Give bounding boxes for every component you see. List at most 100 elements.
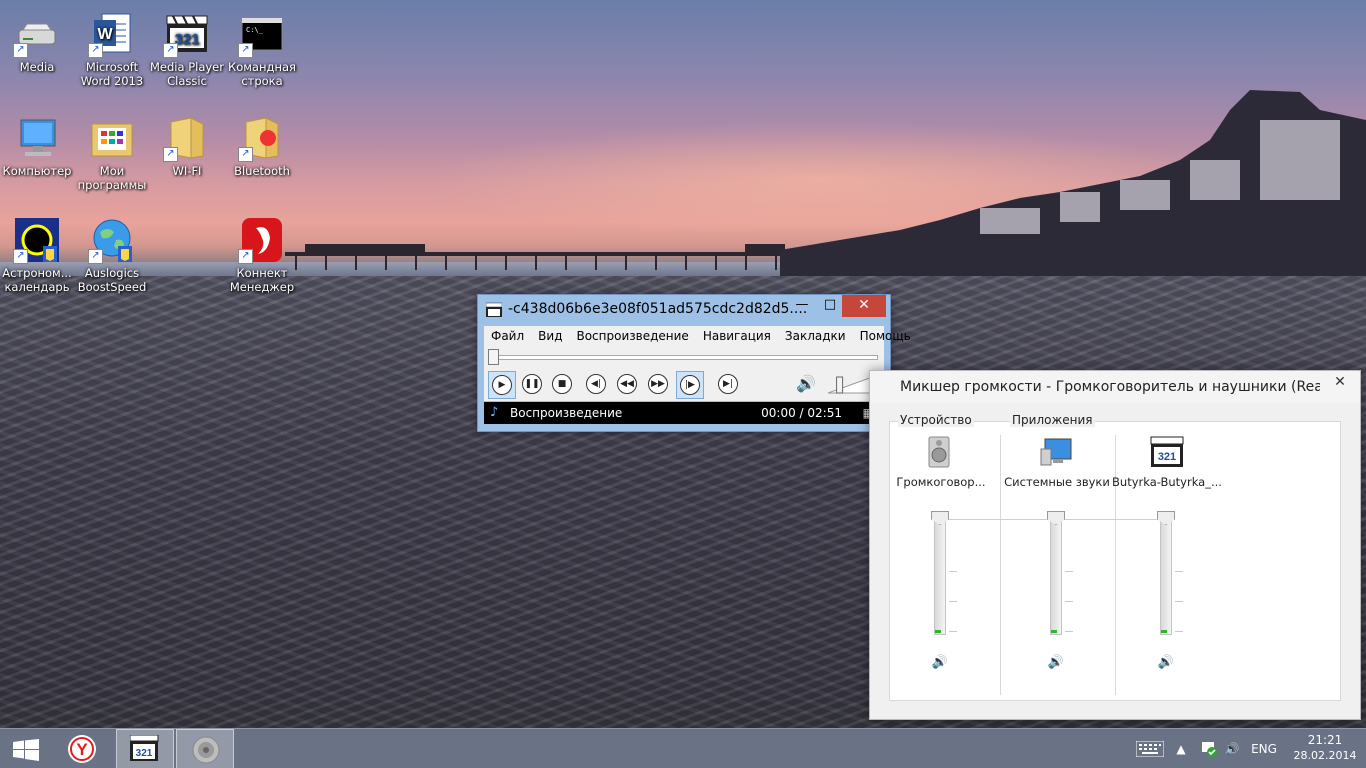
keyboard-button[interactable] <box>1134 729 1166 768</box>
clock[interactable]: 21:21 28.02.2014 <box>1290 733 1360 763</box>
tick-mark <box>1065 601 1073 602</box>
start-button[interactable] <box>0 729 58 768</box>
system-volume-button[interactable]: 🔊 <box>1222 729 1242 768</box>
minimize-button[interactable]: — <box>788 295 816 317</box>
menu-playback[interactable]: Воспроизведение <box>569 326 695 346</box>
desktop-icon-my-programs[interactable]: Мои программы <box>75 114 149 192</box>
shortcut-arrow-icon: ↗ <box>13 43 28 58</box>
speaker-mute-icon: 🔊 <box>1047 655 1065 670</box>
shortcut-arrow-icon: ↗ <box>238 147 253 162</box>
close-button[interactable]: ✕ <box>1322 371 1358 393</box>
mpc-icon <box>486 302 502 317</box>
desktop-icon-astronomy[interactable]: ↗ Астроном... календарь <box>0 216 74 294</box>
keyboard-icon <box>1136 741 1164 757</box>
mute-button[interactable]: 🔊 <box>1157 655 1175 670</box>
desktop-icon-auslogics[interactable]: ↗ Auslogics BoostSpeed <box>75 216 149 294</box>
shortcut-arrow-icon: ↗ <box>163 147 178 162</box>
close-button[interactable]: ✕ <box>842 295 886 317</box>
desktop-icon-cmd[interactable]: C:\_ ↗ Командная строка <box>225 10 299 88</box>
speaker-volume-icon[interactable]: 🔊 <box>796 375 816 393</box>
menu-view[interactable]: Вид <box>531 326 569 346</box>
channel-name: Butyrka-Butyrka_... <box>1112 475 1222 489</box>
rewind-button[interactable]: ◀◀ <box>614 371 640 397</box>
volume-track[interactable] <box>1160 513 1172 635</box>
svg-text:Y: Y <box>76 740 88 759</box>
word-icon: W ↗ <box>88 10 136 58</box>
tick-mark <box>1175 571 1183 572</box>
seek-bar[interactable] <box>484 346 884 367</box>
mute-button[interactable]: 🔊 <box>931 655 949 670</box>
desktop-icon-word[interactable]: W ↗ Microsoft Word 2013 <box>75 10 149 88</box>
desktop-icon-wifi[interactable]: ↗ WI-FI <box>150 114 224 178</box>
mpc-controls: ▶ ❚❚ ■ ◀| ◀◀ ▶▶ |▶ ▶| 🔊 <box>484 367 884 401</box>
frame-step-button[interactable]: ▶| <box>715 371 741 397</box>
volume-track[interactable] <box>934 513 946 635</box>
volume-track[interactable] <box>1050 513 1062 635</box>
volume-mixer-icon <box>192 736 220 764</box>
desktop-icon-label: Media Player Classic <box>150 60 224 88</box>
frame-step-icon: ▶| <box>718 374 738 394</box>
play-button[interactable]: ▶ <box>488 371 516 399</box>
menu-navigation[interactable]: Навигация <box>696 326 778 346</box>
tick-mark <box>949 631 957 632</box>
mute-button[interactable]: 🔊 <box>1047 655 1065 670</box>
seek-thumb[interactable] <box>488 349 499 365</box>
svg-text:321: 321 <box>174 31 199 48</box>
desktop-icon-mpc[interactable]: 321 ↗ Media Player Classic <box>150 10 224 88</box>
folder-programs-icon <box>88 114 136 162</box>
mpc-statusbar: ♪ Воспроизведение 00:00 / 02:51 ▦ <box>484 402 884 424</box>
desktop-icon-label: Auslogics BoostSpeed <box>77 266 147 294</box>
connect-manager-icon: ↗ <box>238 216 286 264</box>
show-hidden-icons-button[interactable]: ▲ <box>1174 729 1188 768</box>
desktop-icon-media[interactable]: ↗ Media <box>0 10 74 74</box>
taskbar-volume-mixer[interactable] <box>176 729 234 768</box>
menu-help[interactable]: Помощь <box>853 326 918 346</box>
level-meter <box>1051 630 1057 633</box>
shortcut-arrow-icon: ↗ <box>238 249 253 264</box>
music-note-icon: ♪ <box>490 405 499 420</box>
previous-icon: ◀| <box>586 374 606 394</box>
desktop-icon-bluetooth[interactable]: ↗ Bluetooth <box>225 114 299 178</box>
pause-button[interactable]: ❚❚ <box>519 371 545 397</box>
mpc-menubar: Файл Вид Воспроизведение Навигация Закла… <box>484 326 911 346</box>
previous-button[interactable]: ◀| <box>583 371 609 397</box>
stop-icon: ■ <box>552 374 572 394</box>
tick-mark <box>1065 571 1073 572</box>
volume-mixer-window[interactable]: Микшер громкости - Громкоговоритель и на… <box>869 370 1361 720</box>
desktop-icon-label: Коннект Менеджер <box>229 266 295 294</box>
desktop-icon-connect-manager[interactable]: ↗ Коннект Менеджер <box>225 216 299 294</box>
clock-date: 28.02.2014 <box>1293 749 1357 762</box>
tick-mark <box>949 601 957 602</box>
flag-check-icon <box>1202 742 1217 757</box>
mpc-icon: 321 <box>130 735 159 761</box>
desktop-icon-label: Компьютер <box>2 164 72 178</box>
level-meter <box>935 630 941 633</box>
mpc-window[interactable]: -c438d06b6e3e08f051ad575cdc2d82d5.... — … <box>477 294 911 432</box>
astronomy-icon: ↗ <box>13 216 61 264</box>
mixer-titlebar[interactable]: Микшер громкости - Громкоговоритель и на… <box>870 371 1360 403</box>
stop-button[interactable]: ■ <box>549 371 575 397</box>
mpc-icon: 321 <box>1150 436 1184 467</box>
desktop-icon-label: Мои программы <box>77 164 147 192</box>
next-button[interactable]: |▶ <box>676 371 704 399</box>
tick-mark <box>949 571 957 572</box>
mixer-channel-speakers: Громкоговор... 🔊 <box>885 421 997 699</box>
language-indicator[interactable]: ENG <box>1248 729 1280 768</box>
volume-icon: 🔊 <box>1224 742 1240 756</box>
taskbar-yandex-browser[interactable]: Y <box>54 729 112 768</box>
folder-icon: ↗ <box>163 114 211 162</box>
menu-bookmarks[interactable]: Закладки <box>778 326 853 346</box>
desktop-icon-label: Media <box>19 60 55 74</box>
taskbar-mpc[interactable]: 321 <box>116 729 174 768</box>
channel-name: Громкоговор... <box>896 475 986 489</box>
mpc-titlebar[interactable]: -c438d06b6e3e08f051ad575cdc2d82d5.... — … <box>478 295 890 325</box>
speaker-icon <box>928 436 950 468</box>
seek-track[interactable] <box>488 355 878 360</box>
rewind-icon: ◀◀ <box>617 374 637 394</box>
forward-button[interactable]: ▶▶ <box>645 371 671 397</box>
menu-file[interactable]: Файл <box>484 326 531 346</box>
action-center-button[interactable] <box>1198 729 1220 768</box>
desktop-icon-computer[interactable]: Компьютер <box>0 114 74 178</box>
desktop-icon-label: Microsoft Word 2013 <box>80 60 144 88</box>
maximize-button[interactable]: □ <box>816 295 844 317</box>
